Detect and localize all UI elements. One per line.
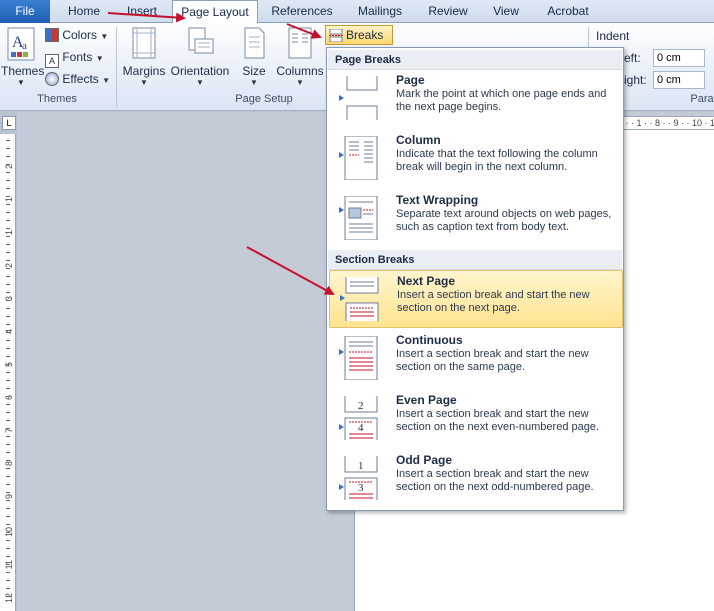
arrow-to-next-page	[246, 246, 335, 295]
arrow-to-page-layout	[107, 12, 186, 23]
arrow-to-breaks	[286, 23, 322, 39]
annotation-arrows	[107, 12, 335, 295]
